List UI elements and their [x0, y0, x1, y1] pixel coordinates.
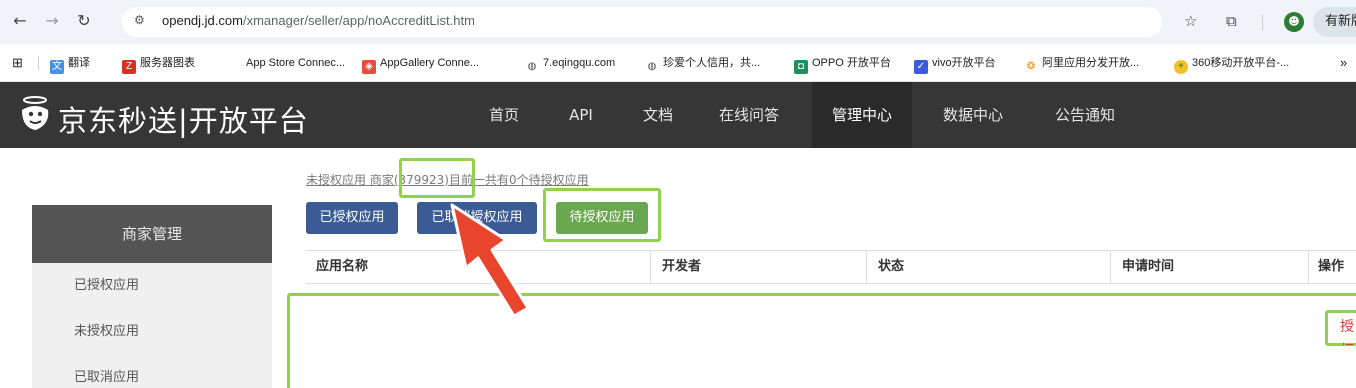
screen: ← → ↻ ⚙ opendj.jd.com/xmanager/seller/ap…	[0, 0, 1356, 388]
red-arrow-annotation	[450, 203, 530, 318]
